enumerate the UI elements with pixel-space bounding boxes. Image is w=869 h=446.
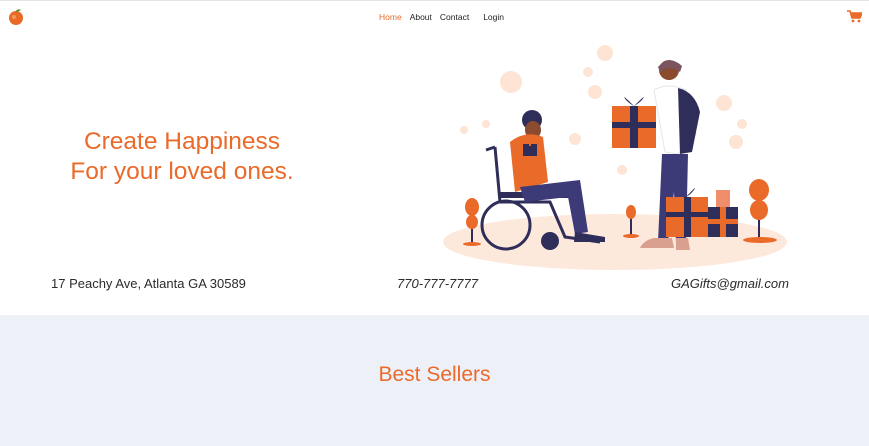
hero-title: Create Happiness For your loved ones. xyxy=(45,127,319,187)
peach-logo-icon[interactable] xyxy=(8,8,24,25)
nav-links: Home About Contact Login xyxy=(379,12,504,22)
shopping-cart-icon[interactable] xyxy=(847,10,862,23)
phone-text: 770-777-7777 xyxy=(397,276,478,291)
email-text: GAGifts@gmail.com xyxy=(671,276,789,291)
nav-link-home[interactable]: Home xyxy=(379,12,402,22)
best-sellers-title: Best Sellers xyxy=(378,363,491,386)
address-text: 17 Peachy Ave, Atlanta GA 30589 xyxy=(51,276,246,291)
nav-link-contact[interactable]: Contact xyxy=(440,12,469,22)
hero-title-line2: For your loved ones. xyxy=(70,158,294,185)
nav-link-about[interactable]: About xyxy=(410,12,432,22)
hero-title-line1: Create Happiness xyxy=(83,128,281,155)
nav-link-login[interactable]: Login xyxy=(483,12,504,22)
gift-giving-illustration xyxy=(443,45,787,270)
best-sellers-section: Best Sellers xyxy=(0,315,869,446)
top-navbar: Home About Contact Login xyxy=(0,0,869,33)
